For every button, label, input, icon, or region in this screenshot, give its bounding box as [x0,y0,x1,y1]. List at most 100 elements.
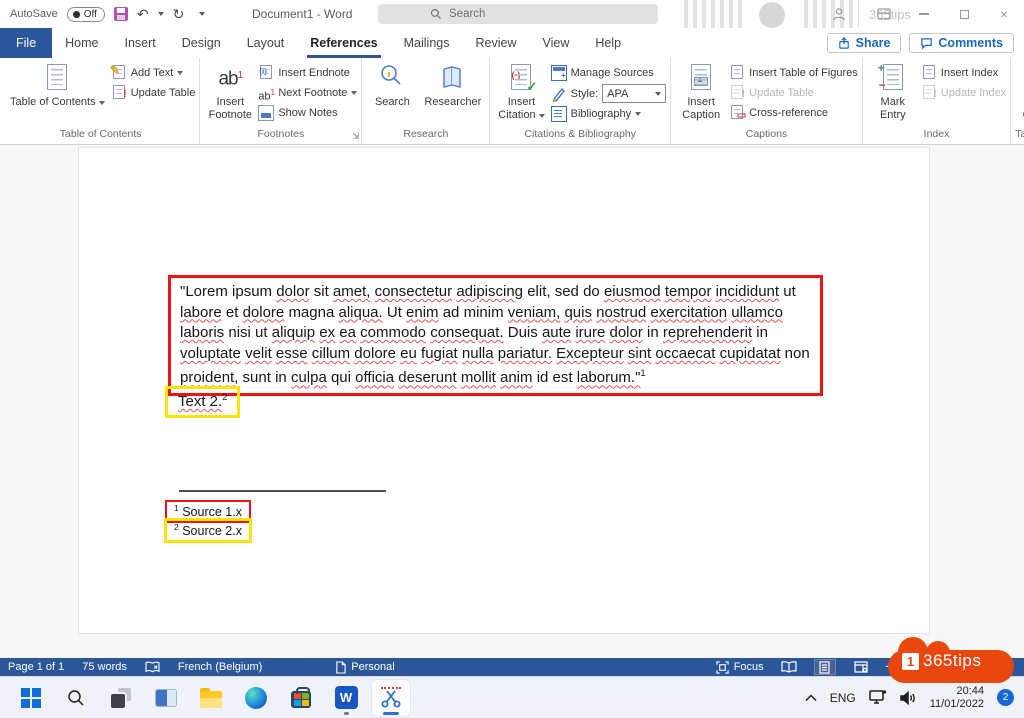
watermark-area: 365tips × [684,0,1024,28]
365tips-badge: 1 365tips [888,637,1014,685]
next-footnote-icon: ab1 [258,85,274,101]
highlighted-text2[interactable]: Text 2.2 [165,386,240,418]
windows-logo-icon [21,688,41,708]
cross-reference-button[interactable]: ▭ Cross-reference [729,103,858,123]
mark-entry-button[interactable]: +− MarkEntry [867,60,919,122]
word-taskbar-button[interactable]: W [327,680,365,716]
bibliography-button[interactable]: Bibliography [551,104,667,124]
tab-design[interactable]: Design [169,28,234,58]
task-view-icon [111,688,131,708]
smart-search-button[interactable]: Search [366,60,418,109]
ribbon: Table of Contents ✎ Add Text ! Update Ta… [0,58,1024,145]
autosave-toggle[interactable]: Off [67,7,105,22]
customize-qat-icon[interactable] [199,12,205,16]
language-indicator[interactable]: French (Belgium) [178,661,262,673]
style-row: Style: APA [551,83,667,104]
template-icon [335,661,346,674]
footnote-2[interactable]: 2 Source 2.x [164,518,252,543]
group-research: Search Researcher Research [362,58,490,144]
document-area[interactable]: "Lorem ipsum dolor sit amet, consectetur… [0,145,1024,658]
proofing-errors-icon[interactable] [145,661,160,674]
autosave-label: AutoSave [10,8,58,20]
print-layout-button[interactable] [814,659,836,675]
notification-badge[interactable]: 2 [997,689,1014,706]
insert-footnote-icon: ab1 [216,63,244,93]
quick-access-toolbar: AutoSave Off ↶ ↻ [0,7,205,22]
read-mode-button[interactable] [778,659,800,675]
restore-button[interactable] [949,0,979,28]
template-indicator[interactable]: Personal [335,661,394,674]
group-footnotes: ab1 InsertFootnote (i) Insert Endnote ab… [200,58,362,144]
show-notes-button[interactable]: Show Notes [258,103,357,123]
widgets-button[interactable] [147,680,185,716]
next-footnote-button[interactable]: ab1 Next Footnote [258,83,357,103]
share-button[interactable]: Share [827,33,902,53]
badge-text: 365tips [923,651,981,671]
footnote-reference-2[interactable]: 2 [222,392,227,403]
focus-icon [716,661,729,674]
account-icon[interactable] [824,0,854,28]
add-text-icon: ✎ [111,65,127,81]
tab-help[interactable]: Help [582,28,634,58]
language-switcher[interactable]: ENG [830,691,856,705]
undo-caret-icon[interactable] [158,12,164,16]
add-text-button[interactable]: ✎ Add Text [111,63,196,83]
tab-mailings[interactable]: Mailings [391,28,463,58]
undo-icon[interactable]: ↶ [137,7,149,21]
network-icon[interactable] [869,690,887,705]
close-button[interactable]: × [989,0,1019,28]
save-icon[interactable] [114,7,128,21]
insert-table-of-figures-button[interactable]: Insert Table of Figures [729,63,858,83]
word-window: AutoSave Off ↶ ↻ Document1 - Word Search… [0,0,1024,718]
tab-view[interactable]: View [529,28,582,58]
insert-caption-button[interactable]: ▲ InsertCaption [675,60,727,122]
citation-style-select[interactable]: APA [602,84,666,103]
table-of-contents-button[interactable]: Table of Contents [6,60,109,109]
task-view-button[interactable] [102,680,140,716]
word-count[interactable]: 75 words [82,661,127,673]
footnotes-dialog-launcher-icon[interactable]: ⇲ [352,131,360,142]
widgets-icon [155,689,177,707]
tab-insert[interactable]: Insert [112,28,169,58]
status-bar: Page 1 of 1 75 words French (Belgium) Pe… [0,658,1024,676]
tab-home[interactable]: Home [52,28,111,58]
insert-index-button[interactable]: Insert Index [921,63,1006,83]
share-icon [838,37,851,50]
web-layout-button[interactable] [850,659,872,675]
focus-button[interactable]: Focus [716,661,764,674]
insert-footnote-button[interactable]: ab1 InsertFootnote [204,60,256,122]
comments-button[interactable]: Comments [909,33,1014,53]
search-icon [66,688,86,708]
page[interactable]: "Lorem ipsum dolor sit amet, consectetur… [78,147,930,634]
minimize-button[interactable] [909,0,939,28]
tray-chevron-icon[interactable] [805,694,817,702]
highlighted-paragraph[interactable]: "Lorem ipsum dolor sit amet, consectetur… [168,275,823,396]
volume-icon[interactable] [900,691,917,705]
manage-sources-button[interactable]: + Manage Sources [551,63,667,83]
redo-icon[interactable]: ↻ [173,7,185,21]
search-input[interactable]: Search [378,4,658,24]
edge-button[interactable] [237,680,275,716]
snipping-tool-button[interactable] [372,680,410,716]
footnote-reference-1[interactable]: 1 [640,368,645,379]
update-table-button[interactable]: ! Update Table [111,83,196,103]
tab-layout[interactable]: Layout [234,28,298,58]
researcher-button[interactable]: Researcher [420,60,485,109]
mark-citation-button[interactable]: +− MarkCitation [1015,60,1024,122]
tab-file[interactable]: File [0,28,52,58]
microsoft-store-icon [291,691,311,708]
group-index: +− MarkEntry Insert Index ! Update Index… [863,58,1011,144]
microsoft-store-button[interactable] [282,680,320,716]
start-button[interactable] [12,680,50,716]
file-explorer-button[interactable] [192,680,230,716]
insert-citation-button[interactable]: (-)✓ InsertCitation [494,60,548,122]
taskbar-search-button[interactable] [57,680,95,716]
update-table-icon: ! [729,85,745,101]
insert-endnote-button[interactable]: (i) Insert Endnote [258,63,357,83]
tab-references[interactable]: References [297,28,390,58]
clock[interactable]: 20:44 11/01/2022 [930,685,984,710]
style-icon [551,86,567,102]
tab-review[interactable]: Review [462,28,529,58]
ribbon-display-options-icon[interactable] [869,0,899,28]
page-indicator[interactable]: Page 1 of 1 [8,661,64,673]
